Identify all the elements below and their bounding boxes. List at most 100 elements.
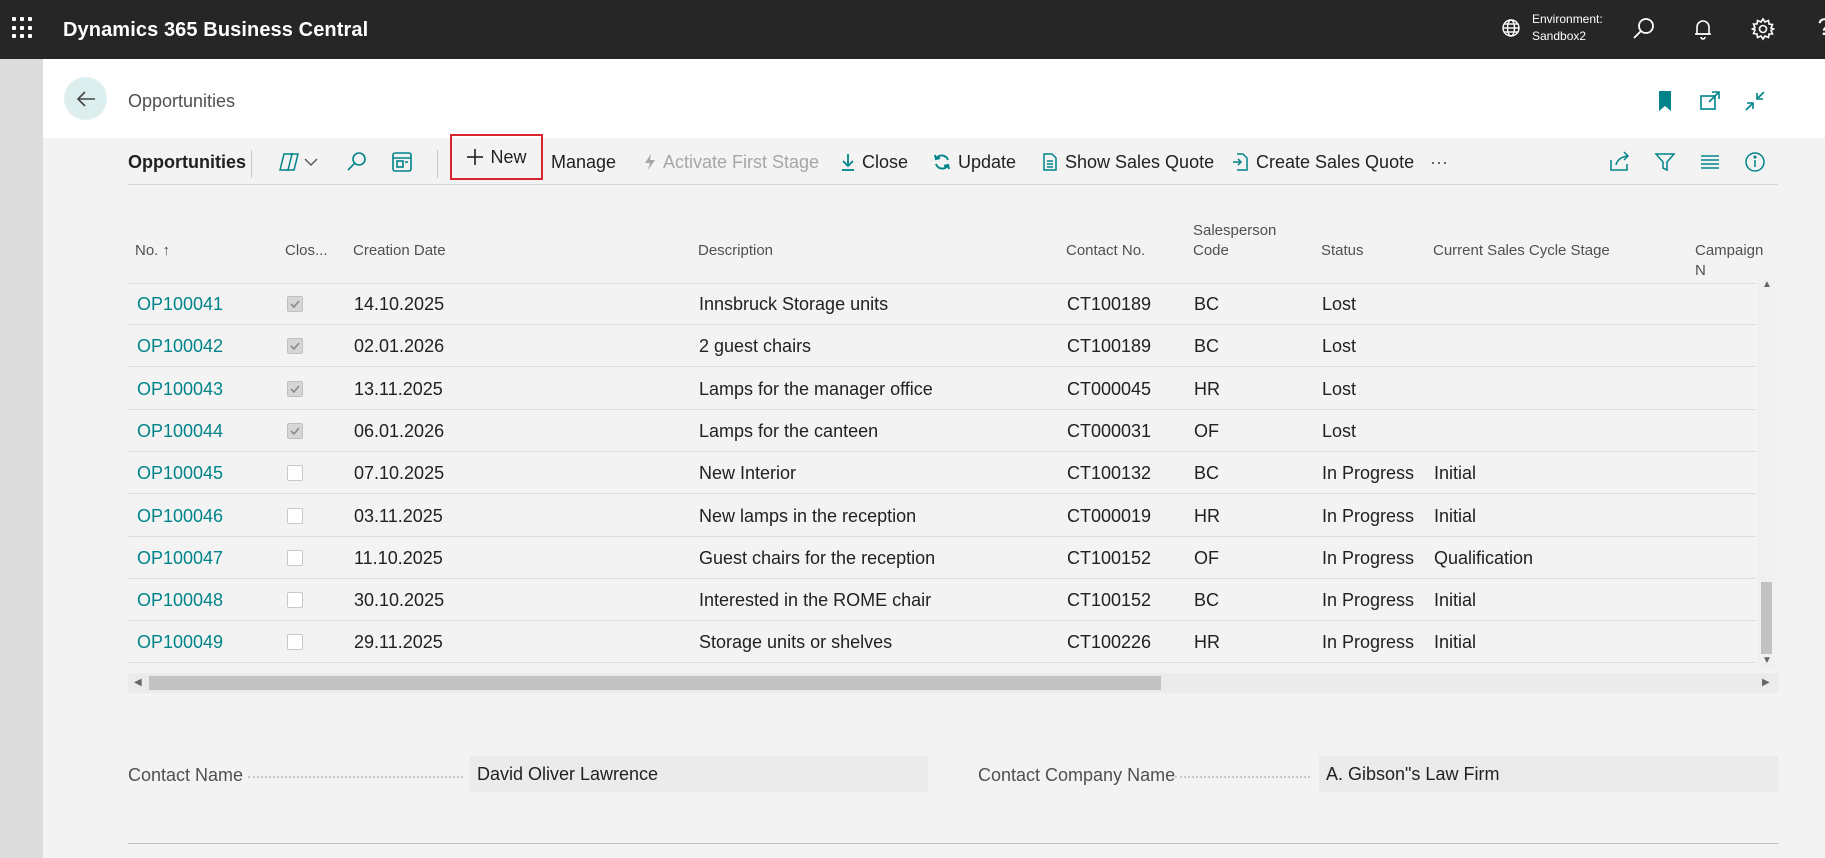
info-icon[interactable] [1743,149,1767,175]
table-row[interactable]: OP100048 30.10.2025 Interested in the ROME… [128,579,1756,622]
table-row[interactable]: OP100044 06.01.2026 Lamps for the canteen C… [128,410,1756,452]
table-row[interactable]: OP100043 13.11.2025 Lamps for the manager … [128,368,1756,410]
action-separator [437,150,438,178]
scroll-left-arrow-icon[interactable]: ◀ [134,677,142,688]
column-header-description[interactable]: Description [698,241,773,261]
cell-contact-no: CT000045 [1067,378,1152,399]
cell-salesperson-code: HR [1194,505,1220,526]
vertical-scrollbar[interactable]: ▲ ▼ [1758,279,1775,669]
update-button[interactable]: Update [932,149,1016,175]
search-icon[interactable] [345,149,369,175]
section-divider [128,843,1778,844]
cell-no[interactable]: OP100041 [137,294,223,315]
new-button-label: New [490,146,527,167]
column-header-sales-cycle-stage[interactable]: Current Sales Cycle Stage [1433,241,1610,261]
cell-no[interactable]: OP100048 [137,590,223,611]
cell-sales-cycle-stage: Initial [1434,463,1477,484]
column-header-campaign[interactable]: Campaign N [1695,241,1778,281]
chevron-down-icon [304,158,318,166]
cell-contact-no: CT100226 [1067,632,1152,653]
list-view-icon[interactable] [1698,149,1722,175]
create-sales-quote-label: Create Sales Quote [1256,151,1415,172]
cell-sales-cycle-stage: Qualification [1434,547,1534,568]
cell-creation-date: 03.11.2025 [354,505,443,526]
share-icon[interactable] [1608,149,1632,175]
cell-no[interactable]: OP100044 [137,421,223,442]
closed-checkbox [287,422,303,439]
show-sales-quote-button[interactable]: Show Sales Quote [1041,149,1214,175]
table-row[interactable]: OP100049 29.11.2025 Storage units or shelv… [128,621,1756,664]
cell-description: Guest chairs for the reception [699,547,936,568]
bookmark-icon[interactable] [1652,88,1678,114]
edit-list-icon[interactable] [390,149,414,175]
environment-indicator[interactable]: Environment: Sandbox2 [1500,11,1603,45]
cell-creation-date: 11.10.2025 [354,547,443,568]
manage-label: Manage [551,151,617,172]
new-button[interactable]: New [450,134,543,180]
column-header-status[interactable]: Status [1321,241,1364,261]
cell-description: Lamps for the manager office [699,378,933,399]
back-button[interactable] [64,77,107,120]
search-icon[interactable] [1630,15,1658,43]
open-in-new-window-icon[interactable] [1697,88,1723,114]
update-label: Update [958,151,1017,172]
cell-description: 2 guest chairs [699,336,812,357]
more-options-button[interactable]: ··· [1430,149,1448,175]
gear-icon[interactable] [1749,15,1777,43]
manage-menu[interactable]: Manage [551,149,616,175]
horizontal-scroll-thumb[interactable] [149,676,1161,690]
cell-contact-no: CT100132 [1067,463,1152,484]
grid-header: No. ↑ Clos... Creation Date Description … [128,215,1778,285]
close-button[interactable]: Close [840,149,908,175]
table-row[interactable]: OP100045 07.10.2025 New Interior CT100132 BC… [128,452,1756,495]
app-title[interactable]: Dynamics 365 Business Central [63,19,368,42]
vertical-scroll-thumb[interactable] [1761,582,1772,654]
copilot-icon [279,153,299,171]
cell-no[interactable]: OP100043 [137,379,223,400]
cell-status: In Progress [1322,590,1415,611]
activate-first-stage-label: Activate First Stage [663,151,820,172]
cell-salesperson-code: HR [1194,378,1220,399]
cell-creation-date: 29.11.2025 [354,632,443,653]
filter-icon[interactable] [1653,149,1677,175]
table-row[interactable]: OP100046 03.11.2025 New lamps in the recep… [128,495,1756,537]
bell-icon[interactable] [1689,15,1717,43]
horizontal-scrollbar[interactable]: ◀ ▶ [128,673,1778,693]
lightning-icon [645,154,655,170]
contact-name-field[interactable]: David Oliver Lawrence [470,756,928,792]
cell-creation-date: 13.11.2025 [354,378,443,399]
column-header-no[interactable]: No. ↑ [135,241,170,261]
action-bar-title[interactable]: Opportunities [128,152,246,173]
column-header-contact-no[interactable]: Contact No. [1066,241,1145,261]
table-row[interactable]: OP100047 11.10.2025 Guest chairs for the r… [128,537,1756,579]
column-header-creation-date[interactable]: Creation Date [353,241,446,261]
cell-no[interactable]: OP100045 [137,463,223,484]
help-icon[interactable]: ? [1818,14,1825,42]
cell-contact-no: CT100189 [1067,336,1152,357]
column-header-closed[interactable]: Clos... [285,241,328,261]
collapse-icon[interactable] [1742,88,1768,114]
activate-first-stage-button[interactable]: Activate First Stage [643,149,819,175]
table-row[interactable]: OP100042 02.01.2026 2 guest chairs CT100189… [128,325,1756,368]
contact-company-name-label: Contact Company Name [978,765,1176,785]
scroll-down-arrow-icon[interactable]: ▼ [1762,655,1772,666]
table-row[interactable]: OP100041 14.10.2025 Innsbruck Storage unit… [128,283,1756,325]
app-launcher-icon[interactable] [12,17,34,39]
scroll-right-arrow-icon[interactable]: ▶ [1762,677,1770,688]
cell-sales-cycle-stage: Initial [1434,590,1477,611]
cell-description: New Interior [699,463,797,484]
more-options-icon: ··· [1430,151,1448,172]
cell-no[interactable]: OP100046 [137,506,223,527]
contact-company-name-field[interactable]: A. Gibson"s Law Firm [1319,756,1778,792]
cell-no[interactable]: OP100049 [137,632,223,653]
scroll-up-arrow-icon[interactable]: ▲ [1762,279,1772,290]
create-sales-quote-button[interactable]: Create Sales Quote [1232,149,1414,175]
cell-no[interactable]: OP100047 [137,548,223,569]
column-header-salesperson[interactable]: Salesperson Code [1193,221,1276,261]
copilot-menu-button[interactable] [278,149,320,175]
closed-checkbox [287,507,303,524]
cell-status: Lost [1322,336,1357,357]
cell-creation-date: 07.10.2025 [354,463,445,484]
field-leader-dots [1175,776,1310,778]
cell-no[interactable]: OP100042 [137,336,223,357]
